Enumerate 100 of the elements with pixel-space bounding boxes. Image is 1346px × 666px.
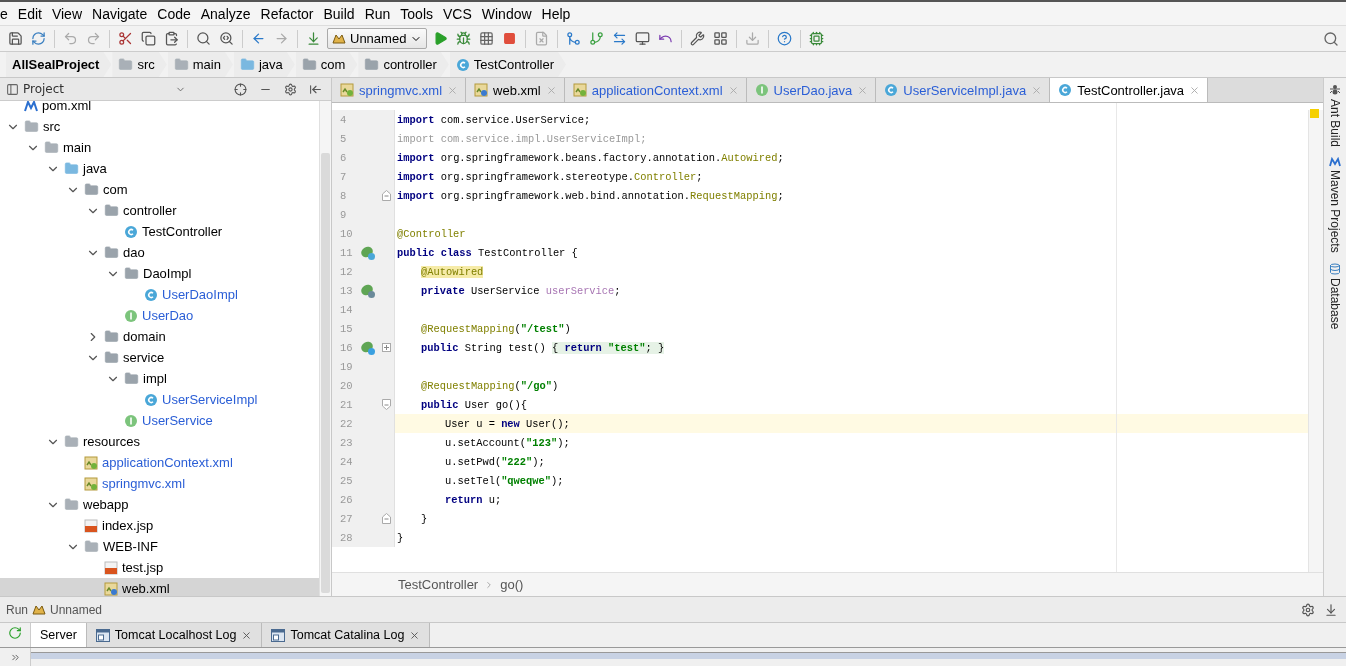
tree-item[interactable]: dao [0,242,319,263]
scrollbar[interactable] [1308,110,1323,572]
code-breadcrumb[interactable]: go() [500,577,524,592]
tree-item[interactable]: webapp [0,494,319,515]
xml-file-icon [84,455,98,470]
spring-bean-icon[interactable] [360,339,377,356]
breadcrumb-item[interactable]: src [112,52,167,77]
tool-window-button[interactable]: Ant Build [1328,84,1342,148]
breadcrumb-item[interactable]: AllSealProject [6,52,112,77]
menu-item[interactable]: Build [318,3,360,24]
tool-window-button[interactable]: Maven Projects [1328,157,1342,253]
tree-item[interactable]: applicationContext.xml [0,452,319,473]
tree-item[interactable]: domain [0,326,319,347]
tab-label: applicationContext.xml [591,82,723,98]
search-icon[interactable] [1321,29,1340,48]
menu-item[interactable]: Code [152,3,196,24]
spring-bean-icon[interactable] [360,282,377,299]
log-window-icon [271,628,286,642]
editor-tab[interactable]: springmvc.xml [332,78,467,102]
breadcrumb-item[interactable]: TestController [449,52,567,77]
line-number: 12 [339,265,354,278]
menu-item[interactable]: Edit [12,3,47,24]
breadcrumb-item[interactable]: controller [358,52,449,77]
code-line: public class TestController { [397,246,578,259]
run-config-dropdown[interactable]: Unnamed [327,28,428,49]
tree-item[interactable]: test.jsp [0,557,319,578]
tree-item[interactable]: pom.xml [0,101,319,116]
menu-item[interactable]: VCS [438,3,477,24]
line-number: 13 [339,284,354,297]
search-icon[interactable] [194,29,213,48]
tree-item[interactable]: springmvc.xml [0,473,319,494]
warning-marker[interactable] [1310,109,1319,118]
tool-window-button[interactable]: Database [1328,262,1342,330]
sync-icon[interactable] [29,29,48,48]
menu-item[interactable]: View [46,3,87,24]
close-icon[interactable] [409,629,421,641]
tree-item[interactable]: impl [0,368,319,389]
close-icon[interactable] [1189,84,1201,96]
tree-item[interactable]: WEB-INF [0,536,319,557]
close-icon[interactable] [241,629,253,641]
jsp-file-icon [104,560,118,575]
tree-item-label: UserDao [142,308,194,323]
tree-item[interactable]: service [0,347,319,368]
menu-item[interactable]: Window [476,3,537,24]
fold-marker-icon[interactable] [382,513,392,524]
tree-item[interactable]: UserDao [0,305,319,326]
tree-item[interactable]: UserServiceImpl [0,389,319,410]
tree-item[interactable]: index.jsp [0,515,319,536]
breadcrumb-item[interactable]: java [233,52,295,77]
tree-item[interactable]: src [0,116,319,137]
folder-icon [64,497,79,512]
menu-item[interactable]: Help [536,3,576,24]
maven-file-icon [24,101,38,113]
replace-icon[interactable] [217,29,236,48]
fold-marker-icon[interactable] [382,399,392,410]
editor-tab[interactable]: TestController.java [1050,78,1209,102]
menu-item[interactable]: Run [359,3,396,24]
tree-item[interactable]: controller [0,200,319,221]
editor-tab[interactable]: web.xml [466,78,565,102]
xml-file-icon [104,581,118,596]
tree-item[interactable]: resources [0,431,319,452]
menu-item[interactable]: Navigate [87,3,153,24]
run-tab[interactable]: Tomcat Catalina Log [262,623,431,647]
line-number: 15 [339,322,354,335]
folder-icon [64,161,79,176]
tab-label: springmvc.xml [359,82,443,98]
menu-item[interactable]: Tools [395,3,438,24]
folder-icon [364,57,380,72]
menu-item[interactable]: Analyze [195,3,256,24]
breadcrumb-item[interactable]: main [167,52,233,77]
editor-tab[interactable]: UserDao.java [746,78,877,102]
line-number: 6 [339,151,348,164]
copy-icon[interactable] [139,29,158,48]
run-tab[interactable]: Server [31,623,87,647]
spring-bean-icon[interactable] [360,244,377,261]
scrollbar[interactable] [319,101,331,596]
folder-icon [118,57,134,72]
tree-item[interactable]: com [0,179,319,200]
tree-item[interactable]: UserDaoImpl [0,284,319,305]
tree-item-label: domain [123,329,166,344]
tree-item[interactable]: UserService [0,410,319,431]
tree-item[interactable]: DaoImpl [0,263,319,284]
tree-item-label: DaoImpl [143,266,192,281]
menu-item[interactable]: Refactor [255,3,319,24]
tree-item-label: test.jsp [122,560,164,575]
tree-item[interactable]: java [0,158,319,179]
editor-tab[interactable]: applicationContext.xml [564,78,747,102]
tree-item[interactable]: TestController [0,221,319,242]
folder-icon [301,57,317,72]
editor-tab[interactable]: UserServiceImpl.java [876,78,1051,102]
code-line: } [421,512,428,525]
menu-item[interactable]: e [0,3,13,24]
fold-marker-icon[interactable] [382,190,392,201]
tree-item[interactable]: main [0,137,319,158]
save-icon[interactable] [6,29,25,48]
breadcrumb-item[interactable]: com [295,52,358,77]
code-breadcrumb[interactable]: TestController [398,577,479,592]
tree-item[interactable]: web.xml [0,578,319,596]
expand-fold-icon[interactable] [382,343,392,352]
run-tab[interactable]: Tomcat Localhost Log [86,623,263,647]
